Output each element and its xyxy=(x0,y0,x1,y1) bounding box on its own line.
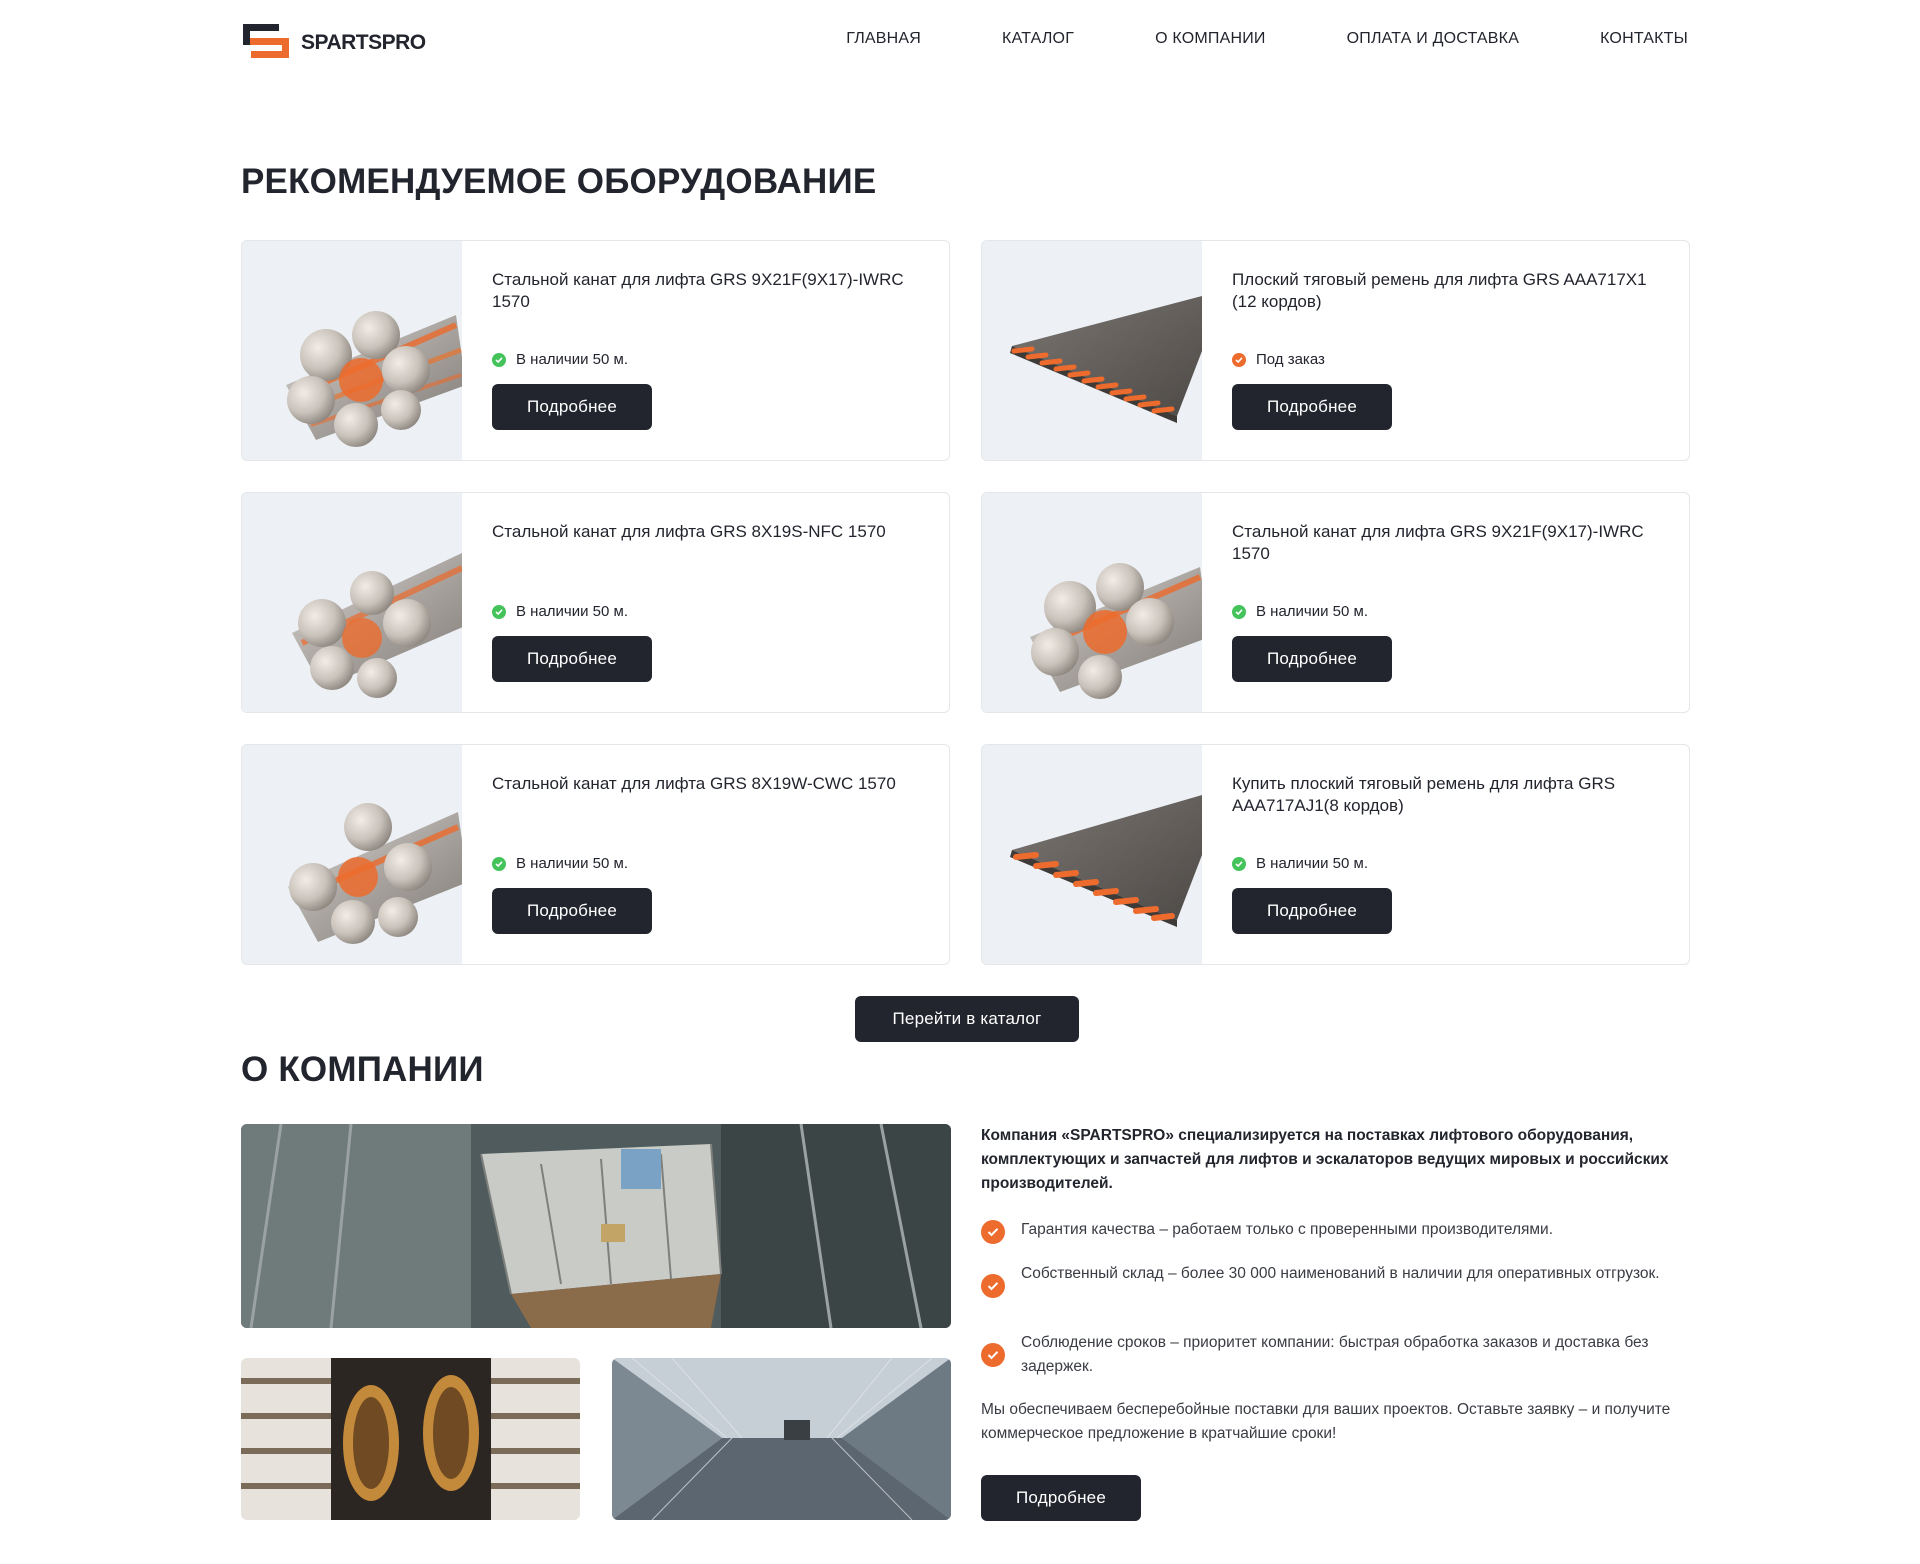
product-card[interactable]: Стальной канат для лифта GRS 9X21F(9X17)… xyxy=(981,492,1690,713)
about-lead: Компания «SPARTSPRO» специализируется на… xyxy=(981,1127,1669,1192)
about-text: Мы обеспечиваем бесперебойные поставки д… xyxy=(981,1401,1671,1442)
product-name[interactable]: Стальной канат для лифта GRS 8X19S-NFC 1… xyxy=(492,521,922,543)
nav-home[interactable]: ГЛАВНАЯ xyxy=(846,30,921,48)
product-image[interactable] xyxy=(982,745,1202,964)
elevator-shaft-photo xyxy=(241,1124,951,1328)
product-name[interactable]: Стальной канат для лифта GRS 9X21F(9X17)… xyxy=(492,269,922,313)
logo-text: SPARTSPRO xyxy=(301,31,426,54)
product-status: В наличии 50 м. xyxy=(1232,855,1368,872)
check-icon xyxy=(981,1343,1005,1367)
capsule-elevators-photo xyxy=(241,1358,580,1520)
product-name[interactable]: Плоский тяговый ремень для лифта GRS AAA… xyxy=(1232,269,1662,313)
details-button[interactable]: Подробнее xyxy=(1232,384,1392,430)
feature-text: Гарантия качества – работаем только с пр… xyxy=(1021,1221,1554,1238)
product-status: В наличии 50 м. xyxy=(492,855,628,872)
feature-item: Соблюдение сроков – приоритет компании: … xyxy=(981,1331,1691,1379)
product-card[interactable]: Стальной канат для лифта GRS 9X21F(9X17)… xyxy=(241,240,950,461)
product-image[interactable] xyxy=(242,241,462,460)
product-status: В наличии 50 м. xyxy=(1232,603,1368,620)
feature-item: Гарантия качества – работаем только с пр… xyxy=(981,1218,1691,1244)
status-text: В наличии 50 м. xyxy=(1256,855,1369,872)
feature-item: Собственный склад – более 30 000 наимено… xyxy=(981,1262,1691,1298)
logo[interactable]: SPARTSPRO xyxy=(241,20,426,62)
product-name[interactable]: Стальной канат для лифта GRS 8X19W-CWC 1… xyxy=(492,773,922,795)
product-card[interactable]: Стальной канат для лифта GRS 8X19S-NFC 1… xyxy=(241,492,950,713)
in-stock-icon xyxy=(492,604,506,619)
in-stock-icon xyxy=(1232,856,1246,871)
product-card[interactable]: Купить плоский тяговый ремень для лифта … xyxy=(981,744,1690,965)
details-button[interactable]: Подробнее xyxy=(492,636,652,682)
feature-text: Собственный склад – более 30 000 наимено… xyxy=(1021,1265,1660,1282)
featured-title: РЕКОМЕНДУЕМОЕ ОБОРУДОВАНИЕ xyxy=(241,162,877,201)
product-image[interactable] xyxy=(242,493,462,712)
in-stock-icon xyxy=(1232,604,1246,619)
nav-contacts[interactable]: КОНТАКТЫ xyxy=(1600,30,1688,48)
details-button[interactable]: Подробнее xyxy=(492,888,652,934)
main-nav: ГЛАВНАЯ КАТАЛОГ О КОМПАНИИ ОПЛАТА И ДОСТ… xyxy=(846,30,1688,48)
check-icon xyxy=(981,1220,1005,1244)
nav-catalog[interactable]: КАТАЛОГ xyxy=(1002,30,1074,48)
product-status: В наличии 50 м. xyxy=(492,603,628,620)
product-status: Под заказ xyxy=(1232,351,1325,368)
product-card[interactable]: Стальной канат для лифта GRS 8X19W-CWC 1… xyxy=(241,744,950,965)
status-text: В наличии 50 м. xyxy=(516,603,629,620)
feature-text: Соблюдение сроков – приоритет компании: … xyxy=(1021,1334,1649,1375)
in-stock-icon xyxy=(492,352,506,367)
product-card[interactable]: Плоский тяговый ремень для лифта GRS AAA… xyxy=(981,240,1690,461)
about-details-button[interactable]: Подробнее xyxy=(981,1475,1141,1521)
check-icon xyxy=(981,1274,1005,1298)
product-image[interactable] xyxy=(982,493,1202,712)
product-image[interactable] xyxy=(242,745,462,964)
nav-payment-delivery[interactable]: ОПЛАТА И ДОСТАВКА xyxy=(1347,30,1519,48)
status-text: Под заказ xyxy=(1256,351,1325,368)
details-button[interactable]: Подробнее xyxy=(492,384,652,430)
details-button[interactable]: Подробнее xyxy=(1232,888,1392,934)
details-button[interactable]: Подробнее xyxy=(1232,636,1392,682)
product-name[interactable]: Купить плоский тяговый ремень для лифта … xyxy=(1232,773,1662,817)
site-header: SPARTSPRO ГЛАВНАЯ КАТАЛОГ О КОМПАНИИ ОПЛ… xyxy=(241,18,1688,82)
on-order-icon xyxy=(1232,352,1246,367)
status-text: В наличии 50 м. xyxy=(516,855,629,872)
status-text: В наличии 50 м. xyxy=(516,351,629,368)
glass-atrium-photo xyxy=(612,1358,951,1520)
product-name[interactable]: Стальной канат для лифта GRS 9X21F(9X17)… xyxy=(1232,521,1662,565)
in-stock-icon xyxy=(492,856,506,871)
logo-icon xyxy=(243,24,289,58)
product-status: В наличии 50 м. xyxy=(492,351,628,368)
about-title: О КОМПАНИИ xyxy=(241,1050,484,1089)
go-to-catalog-button[interactable]: Перейти в каталог xyxy=(855,996,1079,1042)
status-text: В наличии 50 м. xyxy=(1256,603,1369,620)
product-image[interactable] xyxy=(982,241,1202,460)
nav-about[interactable]: О КОМПАНИИ xyxy=(1155,30,1266,48)
